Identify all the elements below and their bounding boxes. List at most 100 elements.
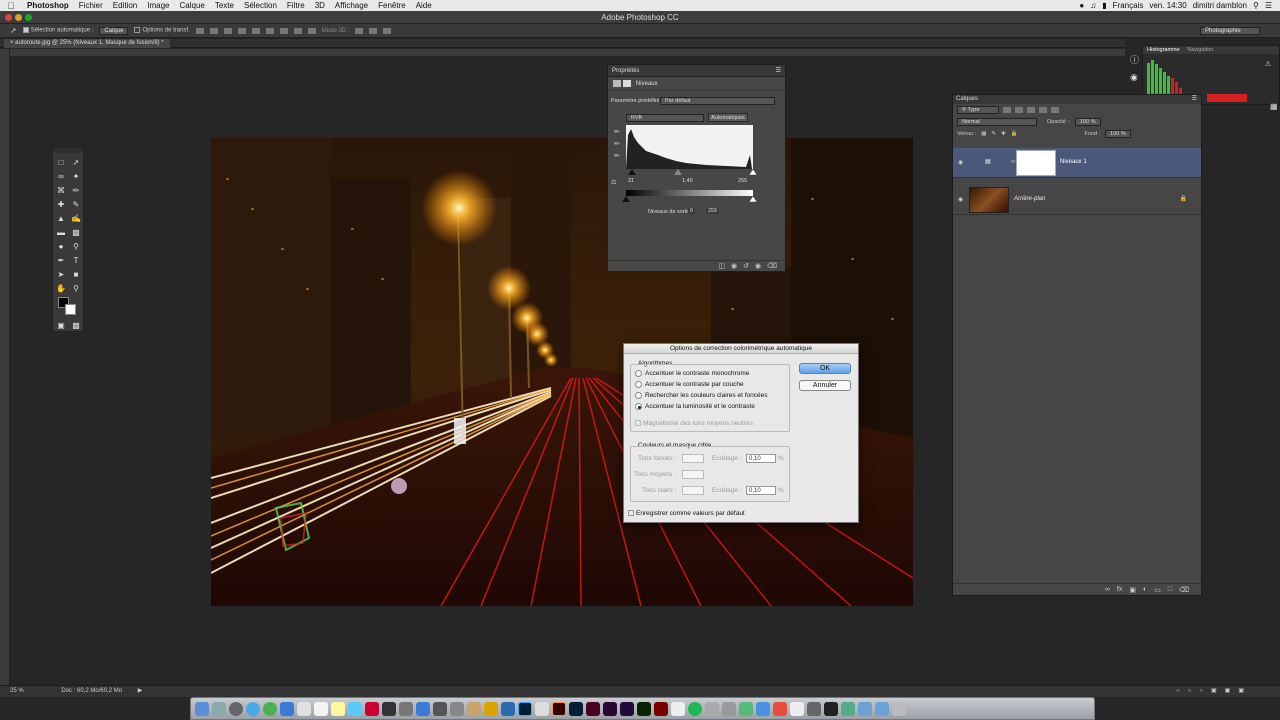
align-left-icon[interactable] xyxy=(237,27,246,34)
spotify-icon[interactable] xyxy=(688,701,702,716)
app-icon-7[interactable] xyxy=(501,701,515,716)
radio-per-channel[interactable] xyxy=(635,381,642,388)
magic-wand-tool-icon[interactable]: ✦ xyxy=(70,172,82,182)
new-layer-icon[interactable]: □ xyxy=(1168,586,1172,593)
contacts-icon[interactable] xyxy=(297,701,311,716)
minimize-window-button[interactable] xyxy=(15,14,22,21)
visibility-eye-icon[interactable]: ◉ xyxy=(958,196,963,203)
list-icon[interactable]: ☰ xyxy=(1265,1,1272,10)
pen-tool-icon[interactable]: ✒ xyxy=(55,256,67,266)
3d-pan-icon[interactable] xyxy=(383,27,392,34)
lock-pixels-icon[interactable]: ✎ xyxy=(991,131,996,137)
zoom-window-button[interactable] xyxy=(25,14,32,21)
panel-menu-icon[interactable]: ☰ xyxy=(1192,95,1201,104)
algorithm-option-brightness-contrast[interactable]: Accentuer la luminosité et le contraste xyxy=(635,403,755,410)
itunes-icon[interactable] xyxy=(365,701,379,716)
output-white-value[interactable]: 255 xyxy=(706,208,720,214)
menu-3d[interactable]: 3D xyxy=(310,1,330,10)
app-icon-17[interactable] xyxy=(824,701,838,716)
opacity-input[interactable]: 100 % xyxy=(1075,118,1101,126)
visibility-icon[interactable]: ◉ xyxy=(755,262,761,270)
align-right-icon[interactable] xyxy=(265,27,274,34)
radio-monochrome[interactable] xyxy=(635,370,642,377)
adjustments-panel-icon[interactable]: ▦ xyxy=(1270,102,1278,111)
chrome-icon[interactable] xyxy=(263,701,277,716)
channel-dropdown[interactable]: RVB xyxy=(626,114,704,122)
marquee-tool-icon[interactable]: □ xyxy=(55,158,67,168)
app-icon-13[interactable] xyxy=(756,701,770,716)
new-adjustment-icon[interactable]: ◐ xyxy=(1143,586,1147,593)
app-icon-10[interactable] xyxy=(705,701,719,716)
after-effects-icon[interactable] xyxy=(620,701,634,716)
panel-menu-icon[interactable]: ☰ xyxy=(776,65,785,77)
filter-adjustment-icon[interactable] xyxy=(1015,107,1023,113)
bottom-panel-icons[interactable]: ○○○▣▣▣ xyxy=(1176,686,1252,697)
save-default-checkbox[interactable] xyxy=(628,510,634,517)
transform-controls-checkbox[interactable] xyxy=(134,27,141,34)
visibility-eye-icon[interactable]: ◉ xyxy=(958,159,963,166)
input-white-value[interactable]: 255 xyxy=(738,178,747,184)
menu-fenetre[interactable]: Fenêtre xyxy=(373,1,411,10)
input-black-handle[interactable] xyxy=(628,169,636,175)
algorithm-option-dark-light[interactable]: Rechercher les couleurs claires et foncé… xyxy=(635,392,767,399)
menu-aide[interactable]: Aide xyxy=(411,1,437,10)
black-point-eyedropper-icon[interactable]: ✏ xyxy=(614,128,620,136)
dodge-tool-icon[interactable]: ⚲ xyxy=(70,242,82,252)
move-tool-icon[interactable]: ➚ xyxy=(70,158,82,168)
flash-icon[interactable] xyxy=(654,701,668,716)
zoom-tool-icon[interactable]: ⚲ xyxy=(70,284,82,294)
layer-name[interactable]: Niveaux 1 xyxy=(1060,159,1087,165)
vertical-ruler[interactable] xyxy=(0,49,10,685)
app-icon-3[interactable] xyxy=(433,701,447,716)
status-menu-arrow-icon[interactable]: ▶ xyxy=(138,688,143,694)
app-store-icon[interactable] xyxy=(416,701,430,716)
quick-mask-icon[interactable]: ▣ xyxy=(55,321,67,331)
align-top-icon[interactable] xyxy=(195,27,204,34)
shadows-color-swatch[interactable] xyxy=(682,454,704,463)
filter-shape-icon[interactable] xyxy=(1039,107,1047,113)
color-panel-icon[interactable]: ◉ xyxy=(1130,72,1138,83)
auto-select-dropdown[interactable]: Calque xyxy=(99,26,129,35)
hand-tool-icon[interactable]: ✋ xyxy=(55,284,67,294)
3d-rotate-icon[interactable] xyxy=(355,27,364,34)
mask-icon[interactable] xyxy=(622,80,631,87)
align-center-icon[interactable] xyxy=(251,27,260,34)
fill-input[interactable]: 100 % xyxy=(1105,130,1131,138)
menu-affichage[interactable]: Affichage xyxy=(330,1,373,10)
lightroom-icon[interactable] xyxy=(569,701,583,716)
cancel-button[interactable]: Annuler xyxy=(799,380,851,391)
brush-tool-icon[interactable]: ✎ xyxy=(70,200,82,210)
input-white-handle[interactable] xyxy=(748,169,758,176)
close-window-button[interactable] xyxy=(5,14,12,21)
menu-filtre[interactable]: Filtre xyxy=(282,1,310,10)
white-point-eyedropper-icon[interactable]: ✏ xyxy=(614,152,620,160)
app-icon-6[interactable] xyxy=(484,701,498,716)
background-color-swatch[interactable] xyxy=(65,304,76,315)
app-icon-1[interactable] xyxy=(382,701,396,716)
properties-header[interactable]: Propriétés ☰ xyxy=(608,65,785,77)
app-icon-11[interactable] xyxy=(722,701,736,716)
gray-point-eyedropper-icon[interactable]: ✏ xyxy=(614,140,620,148)
delete-layer-icon[interactable]: ⌫ xyxy=(1179,586,1189,594)
volume-icon[interactable]: ♫ xyxy=(1090,1,1096,10)
horizontal-ruler[interactable] xyxy=(10,49,1125,57)
layer-mask-thumbnail[interactable] xyxy=(1016,150,1056,176)
filter-smartobject-icon[interactable] xyxy=(1051,107,1059,113)
eraser-tool-icon[interactable]: ▬ xyxy=(55,228,67,238)
new-group-icon[interactable]: ▭ xyxy=(1154,586,1161,594)
tools-panel-grip[interactable] xyxy=(53,148,83,153)
menu-photoshop[interactable]: Photoshop xyxy=(22,1,74,10)
align-bottom-icon[interactable] xyxy=(223,27,232,34)
notes-icon[interactable] xyxy=(331,701,345,716)
finder-icon[interactable] xyxy=(195,701,209,716)
3d-roll-icon[interactable] xyxy=(369,27,378,34)
healing-brush-tool-icon[interactable]: ✚ xyxy=(55,200,67,210)
app-icon-15[interactable] xyxy=(790,701,804,716)
layer-style-icon[interactable]: fx xyxy=(1117,586,1122,593)
battery-icon[interactable]: ▮ xyxy=(1102,1,1106,10)
app-icon-12[interactable] xyxy=(739,701,753,716)
illustrator-icon[interactable] xyxy=(552,701,566,716)
filter-kind-dropdown[interactable]: ⚲ Type xyxy=(957,106,999,114)
layer-name[interactable]: Arrière-plan xyxy=(1014,196,1045,202)
system-preferences-icon[interactable] xyxy=(229,701,243,716)
